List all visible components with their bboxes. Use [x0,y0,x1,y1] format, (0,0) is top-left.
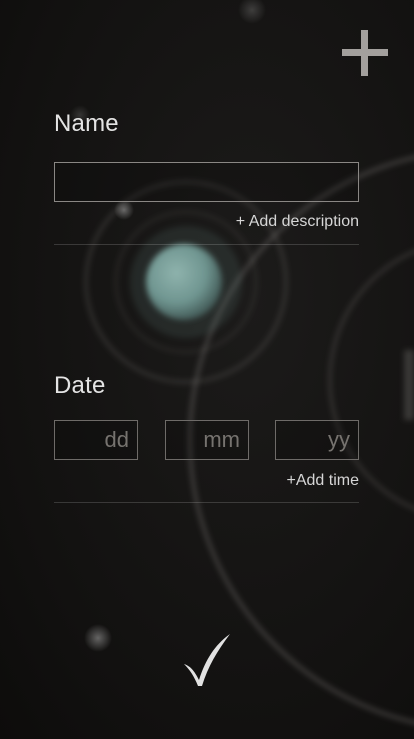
month-input[interactable] [165,420,249,460]
add-description-link[interactable]: + Add description [236,213,359,231]
confirm-button[interactable] [180,630,234,690]
date-section-divider [54,502,359,503]
plus-icon [342,30,388,76]
year-input[interactable] [275,420,359,460]
name-label: Name [54,110,119,137]
add-button[interactable] [342,30,388,76]
add-time-link[interactable]: +Add time [287,472,359,490]
checkmark-icon [184,634,230,686]
date-label: Date [54,372,106,399]
name-section-divider [54,244,359,245]
day-input[interactable] [54,420,138,460]
new-event-screen: Name + Add description Date +Add time [0,0,414,739]
name-input[interactable] [54,162,359,202]
